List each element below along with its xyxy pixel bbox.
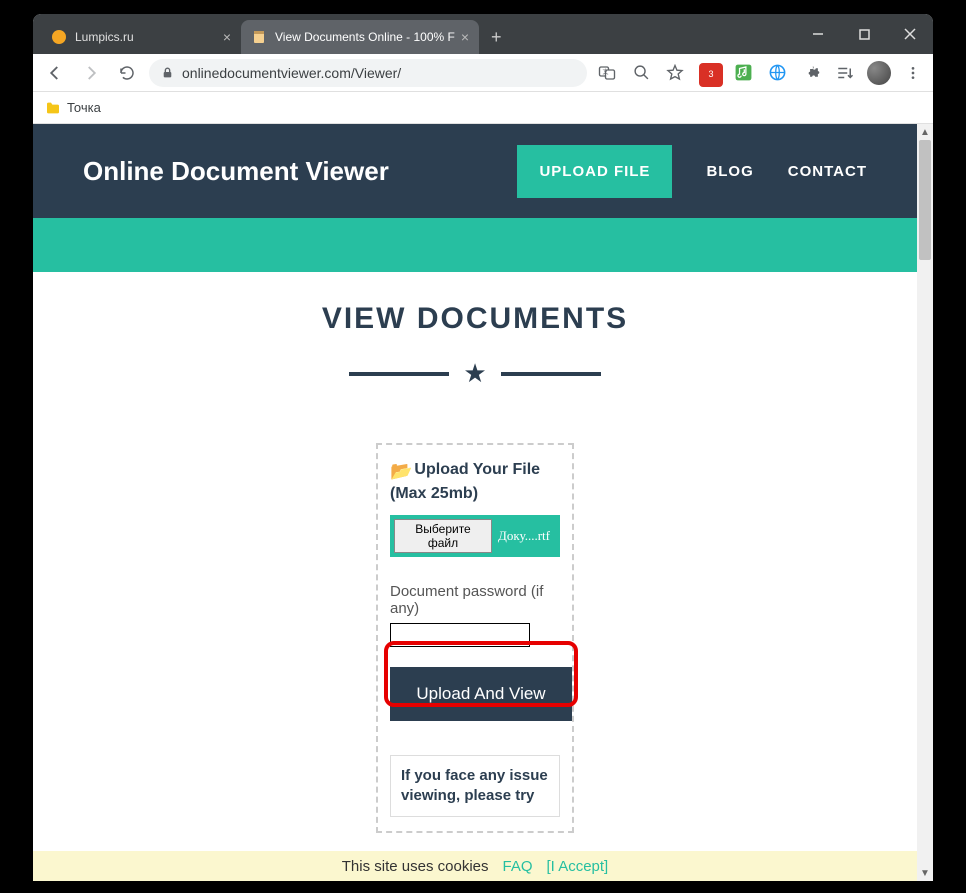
maximize-button[interactable] <box>841 14 887 54</box>
bookmark-star-icon[interactable] <box>663 61 687 85</box>
bookmark-bar: Точка <box>33 92 933 124</box>
reading-list-icon[interactable] <box>833 61 857 85</box>
scroll-up-arrow[interactable]: ▲ <box>917 124 933 140</box>
favicon-viewer <box>251 29 267 45</box>
minimize-button[interactable] <box>795 14 841 54</box>
music-extension-icon[interactable] <box>731 61 755 85</box>
password-label: Document password (if any) <box>390 583 560 617</box>
page-heading: VIEW DOCUMENTS <box>33 302 917 336</box>
favicon-lumpics <box>51 29 67 45</box>
globe-extension-icon[interactable] <box>765 61 789 85</box>
choose-file-button[interactable]: Выберите файл <box>394 519 492 553</box>
password-input[interactable] <box>390 623 530 647</box>
translate-icon[interactable]: 文 <box>595 61 619 85</box>
tab-title: View Documents Online - 100% F <box>275 30 455 44</box>
cookie-text: This site uses cookies <box>342 858 489 875</box>
green-stripe <box>33 218 917 272</box>
url-text: onlinedocumentviewer.com/Viewer/ <box>182 65 401 81</box>
tab-viewer[interactable]: View Documents Online - 100% F × <box>241 20 479 54</box>
tab-title: Lumpics.ru <box>75 30 217 44</box>
nav-upload-file[interactable]: UPLOAD FILE <box>517 145 672 198</box>
lock-icon <box>161 66 174 79</box>
menu-icon[interactable] <box>901 61 925 85</box>
svg-text:文: 文 <box>603 67 609 75</box>
extensions-icon[interactable] <box>799 61 823 85</box>
upload-and-view-button[interactable]: Upload And View <box>390 667 572 721</box>
upload-card: 📂Upload Your File (Max 25mb) Выберите фа… <box>376 443 574 833</box>
address-bar[interactable]: onlinedocumentviewer.com/Viewer/ <box>149 59 587 87</box>
file-input-wrap[interactable]: Выберите файл Доку....rtf <box>390 515 560 557</box>
titlebar: Lumpics.ru × View Documents Online - 100… <box>33 14 933 54</box>
profile-avatar[interactable] <box>867 61 891 85</box>
vertical-scrollbar[interactable]: ▲ ▼ <box>917 124 933 881</box>
heading-divider: ★ <box>33 358 917 389</box>
nav-blog[interactable]: BLOG <box>706 163 753 180</box>
page-content: Online Document Viewer UPLOAD FILE BLOG … <box>33 124 917 881</box>
close-icon[interactable]: × <box>223 29 231 45</box>
issue-notice: If you face any issue viewing, please tr… <box>390 755 560 818</box>
site-title: Online Document Viewer <box>83 156 389 187</box>
cookie-accept-link[interactable]: [I Accept] <box>547 858 609 875</box>
close-icon[interactable]: × <box>461 29 469 45</box>
toolbar: onlinedocumentviewer.com/Viewer/ 文 3 <box>33 54 933 92</box>
main-section: VIEW DOCUMENTS ★ 📂Upload Your File (Max … <box>33 272 917 833</box>
bookmark-item[interactable]: Точка <box>67 100 101 115</box>
site-header: Online Document Viewer UPLOAD FILE BLOG … <box>33 124 917 218</box>
tab-lumpics[interactable]: Lumpics.ru × <box>41 20 241 54</box>
upload-label: 📂Upload Your File (Max 25mb) <box>390 459 560 505</box>
site-nav: UPLOAD FILE BLOG CONTACT <box>517 145 867 198</box>
reload-button[interactable] <box>113 59 141 87</box>
star-icon: ★ <box>463 358 486 389</box>
tab-strip: Lumpics.ru × View Documents Online - 100… <box>41 20 514 54</box>
nav-contact[interactable]: CONTACT <box>788 163 867 180</box>
scrollbar-thumb[interactable] <box>919 140 931 260</box>
back-button[interactable] <box>41 59 69 87</box>
scroll-down-arrow[interactable]: ▼ <box>917 865 933 881</box>
cookie-faq-link[interactable]: FAQ <box>503 858 533 875</box>
viewport: Online Document Viewer UPLOAD FILE BLOG … <box>33 124 933 881</box>
zoom-icon[interactable] <box>629 61 653 85</box>
close-window-button[interactable] <box>887 14 933 54</box>
badge-count: 3 <box>699 63 723 87</box>
opera-extension-icon[interactable]: 3 <box>697 61 721 85</box>
selected-filename: Доку....rtf <box>492 528 556 544</box>
chrome-window: Lumpics.ru × View Documents Online - 100… <box>33 14 933 881</box>
divider-line <box>501 372 601 376</box>
divider-line <box>349 372 449 376</box>
window-controls <box>795 14 933 54</box>
cookie-bar: This site uses cookies FAQ [I Accept] <box>33 851 917 881</box>
new-tab-button[interactable]: + <box>479 27 514 48</box>
toolbar-icons: 文 3 <box>595 61 925 85</box>
folder-icon <box>45 100 61 116</box>
forward-button[interactable] <box>77 59 105 87</box>
folder-upload-icon: 📂 <box>390 459 412 483</box>
